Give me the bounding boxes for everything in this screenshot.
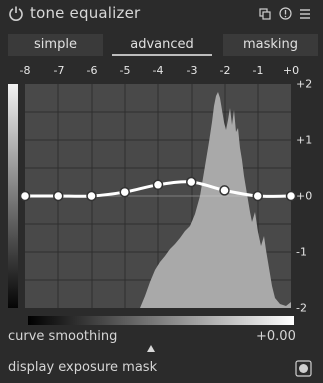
- x-tick-label: -2: [219, 64, 231, 77]
- x-tick-label: -5: [119, 64, 131, 77]
- presets-icon[interactable]: [259, 8, 271, 20]
- y-tick-label: +0: [296, 189, 313, 203]
- equalizer-nodes[interactable]: [19, 176, 297, 202]
- curve-node[interactable]: [186, 176, 197, 188]
- toggle-dot-icon: [299, 364, 308, 373]
- luminance-gradient-bar: [8, 84, 18, 308]
- y-tick-label: +1: [296, 133, 313, 147]
- curve-node[interactable]: [219, 185, 230, 196]
- curve-node[interactable]: [152, 179, 164, 191]
- module-header: tone equalizer: [0, 0, 323, 28]
- x-tick-label: -6: [86, 64, 98, 77]
- graph-background: [25, 84, 291, 308]
- curve-smoothing-marker[interactable]: [147, 345, 155, 352]
- grid-lines: [25, 84, 291, 308]
- curve-node[interactable]: [119, 186, 130, 198]
- module-title: tone equalizer: [30, 4, 141, 22]
- exposure-mask-toggle[interactable]: [295, 360, 312, 377]
- power-icon[interactable]: [8, 5, 24, 21]
- menu-icon[interactable]: [299, 8, 311, 20]
- y-tick-label: -1: [296, 245, 307, 259]
- tab-bar: simple advanced masking: [0, 34, 323, 58]
- curve-node[interactable]: [19, 190, 31, 202]
- reset-icon[interactable]: [279, 7, 292, 20]
- curve-smoothing-value[interactable]: +0.00: [256, 329, 296, 344]
- exposure-histogram: [140, 92, 291, 308]
- tab-advanced[interactable]: advanced: [112, 34, 212, 56]
- curve-node[interactable]: [285, 190, 297, 202]
- y-tick-label: +2: [296, 77, 313, 91]
- curve-smoothing-label: curve smoothing: [8, 329, 118, 344]
- x-tick-label: -8: [19, 64, 31, 77]
- curve-smoothing-gradient: [28, 316, 294, 325]
- x-tick-label: -1: [252, 64, 264, 77]
- curve-node[interactable]: [252, 190, 263, 202]
- exposure-axis-labels: -8 -7 -6 -5 -4 -3 -2 -1 +0: [0, 64, 323, 80]
- display-exposure-mask-label: display exposure mask: [8, 360, 158, 375]
- curve-node[interactable]: [86, 190, 97, 202]
- x-tick-label: +0: [282, 64, 300, 77]
- y-tick-label: -2: [296, 301, 307, 315]
- tab-simple[interactable]: simple: [8, 34, 103, 56]
- x-tick-label: -4: [152, 64, 164, 77]
- tab-masking[interactable]: masking: [223, 34, 318, 56]
- x-tick-label: -7: [53, 64, 65, 77]
- equalizer-curve: [25, 180, 292, 198]
- x-tick-label: -3: [186, 64, 198, 77]
- curve-node[interactable]: [53, 190, 64, 202]
